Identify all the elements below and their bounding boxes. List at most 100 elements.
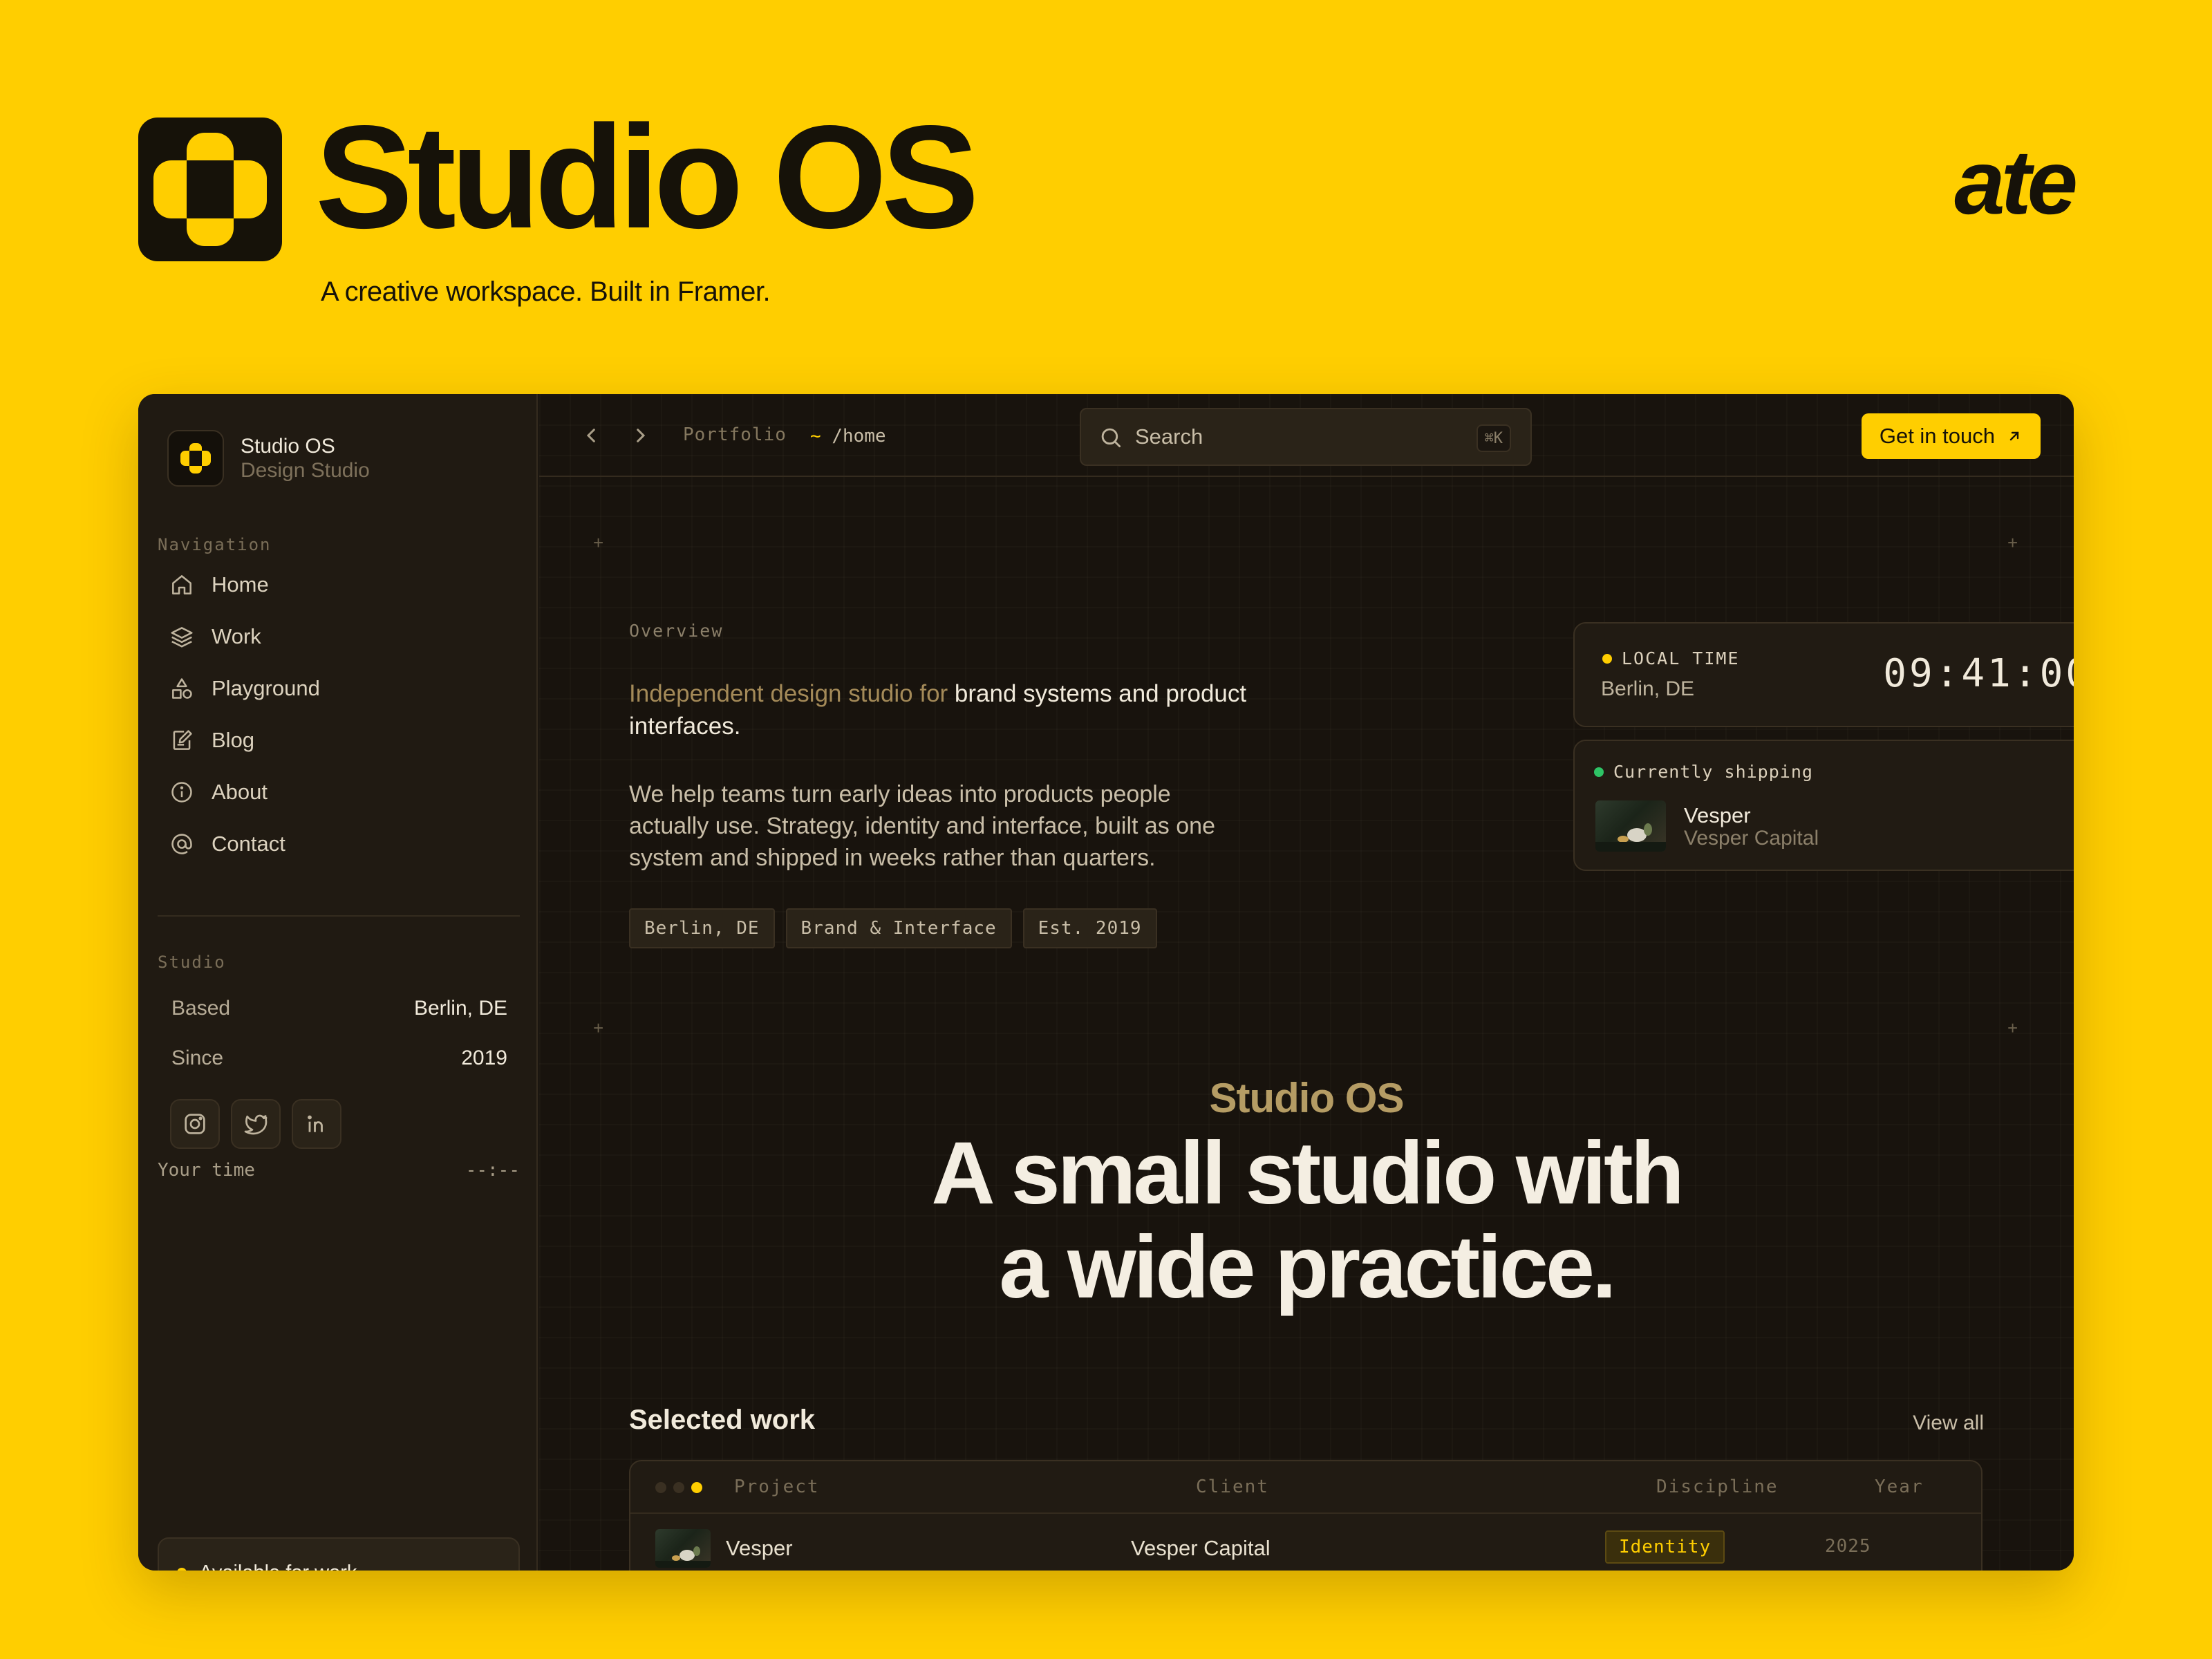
headline-line-2: a wide practice. (999, 1218, 1616, 1317)
get-in-touch-button[interactable]: Get in touch (1861, 413, 2041, 459)
window-dots (655, 1482, 702, 1493)
local-time-label: LOCAL TIME (1622, 648, 1740, 668)
overview-label: Overview (629, 621, 724, 641)
studio-logo-icon (180, 443, 211, 474)
row-thumbnail (655, 1529, 711, 1568)
overview-body: We help teams turn early ideas into prod… (629, 781, 1215, 871)
app-window: Studio OS Design Studio Navigation Home … (138, 394, 2074, 1571)
sidebar-item-label: Home (212, 572, 269, 597)
column-header-discipline[interactable]: Discipline (1656, 1477, 1779, 1497)
availability-badge[interactable]: Available for work (158, 1537, 520, 1571)
dot (655, 1482, 666, 1493)
instagram-link[interactable] (170, 1099, 220, 1149)
twitter-link[interactable] (231, 1099, 281, 1149)
local-time-card: LOCAL TIME Berlin, DE 09:41:00 (1573, 622, 2074, 727)
your-time-label: Your time (158, 1160, 255, 1181)
grid-marker: + (593, 532, 604, 553)
view-all-link[interactable]: View all (1913, 1412, 1984, 1435)
twitter-icon (244, 1114, 268, 1135)
currently-shipping-card[interactable]: Currently shipping Vesper Vesper Capital (1573, 740, 2074, 871)
sidebar-item-playground[interactable]: Playground (169, 662, 320, 714)
studio-section-label: Studio (158, 953, 226, 972)
sidebar-nav: Home Work Playground Blog About Contact (169, 559, 320, 870)
dot (691, 1482, 702, 1493)
topbar: Portfolio ~ /home Search ⌘K Get in touch (539, 394, 2074, 477)
info-icon (171, 781, 192, 803)
column-header-client[interactable]: Client (1196, 1477, 1269, 1497)
sidebar-item-about[interactable]: About (169, 766, 320, 818)
tag: Est. 2019 (1022, 908, 1157, 948)
path-text: /home (832, 426, 886, 447)
tag: Brand & Interface (785, 908, 1012, 948)
hero-subtitle: A creative workspace. Built in Framer. (321, 276, 771, 307)
sidebar-header[interactable]: Studio OS Design Studio (167, 430, 370, 487)
selected-work-title: Selected work (629, 1405, 816, 1435)
hero-logo (138, 118, 282, 261)
lede-muted: Independent design studio for (629, 680, 948, 707)
grid-marker: + (593, 1018, 604, 1038)
main-content: Portfolio ~ /home Search ⌘K Get in touch… (539, 394, 2074, 1571)
still-life-image (1595, 823, 1666, 852)
sidebar-divider (158, 915, 520, 917)
cta-label: Get in touch (1879, 424, 1995, 448)
navigation-label: Navigation (158, 535, 272, 554)
forward-button[interactable] (626, 422, 654, 449)
status-dot (1602, 653, 1612, 664)
grid-marker: + (2007, 1018, 2018, 1038)
sidebar-item-blog[interactable]: Blog (169, 714, 320, 766)
row-client: Vesper Capital (1131, 1536, 1271, 1560)
sidebar: Studio OS Design Studio Navigation Home … (138, 394, 538, 1571)
column-header-year[interactable]: Year (1875, 1477, 1924, 1497)
back-button[interactable] (578, 422, 606, 449)
sidebar-item-home[interactable]: Home (169, 559, 320, 610)
currently-shipping-label-row: Currently shipping (1594, 762, 1813, 782)
column-header-project[interactable]: Project (734, 1477, 820, 1497)
search-icon (1101, 428, 1121, 448)
home-icon (172, 574, 191, 594)
table-row[interactable]: Vesper Vesper Capital Identity 2025 (630, 1515, 1981, 1571)
based-row: Based Berlin, DE (171, 997, 507, 1020)
since-row: Since 2019 (171, 1047, 507, 1070)
path-prefix: ~ (810, 426, 821, 447)
status-dot (177, 1568, 187, 1571)
sidebar-logo (167, 430, 224, 487)
headline-line-1: A small studio with (931, 1124, 1685, 1223)
linkedin-icon (308, 1115, 323, 1132)
sidebar-item-contact[interactable]: Contact (169, 818, 320, 870)
studio-logo-icon (153, 133, 267, 246)
still-life-image (655, 1546, 711, 1568)
shipping-project: Vesper (1684, 803, 1751, 827)
your-time-row: Your time --:-- (158, 1160, 520, 1181)
headline-kicker: Studio OS (1209, 1075, 1405, 1121)
local-time-label-row: LOCAL TIME (1602, 648, 1740, 668)
local-time-clock: 09:41:00 (1883, 651, 2074, 696)
instagram-icon (185, 1114, 205, 1134)
sidebar-item-label: Playground (212, 675, 320, 700)
sidebar-item-work[interactable]: Work (169, 610, 320, 662)
grid-marker: + (2007, 532, 2018, 553)
headline: A small studio with a wide practice. (539, 1127, 2074, 1315)
sidebar-item-label: Blog (212, 727, 255, 752)
work-table: Project Client Discipline Year Vesper Ve… (629, 1460, 1983, 1571)
edit-icon (173, 729, 192, 750)
row-year: 2025 (1825, 1536, 1871, 1557)
linkedin-link[interactable] (292, 1099, 341, 1149)
based-value: Berlin, DE (413, 997, 507, 1020)
overview-tags: Berlin, DE Brand & Interface Est. 2019 (629, 908, 1157, 948)
breadcrumb[interactable]: Portfolio (683, 424, 787, 445)
status-dot (1594, 767, 1604, 777)
currently-shipping-label: Currently shipping (1613, 762, 1813, 782)
tag: Berlin, DE (629, 908, 775, 948)
since-value: 2019 (461, 1047, 507, 1069)
search-input[interactable]: Search ⌘K (1080, 408, 1532, 466)
shipping-client: Vesper Capital (1684, 827, 1819, 850)
shapes-icon (172, 677, 192, 699)
breadcrumb-path: ~ /home (810, 426, 886, 447)
search-shortcut: ⌘K (1476, 424, 1511, 452)
hero-title: Studio OS (315, 95, 980, 259)
arrow-up-right-icon (2071, 817, 2074, 835)
discipline-badge: Identity (1605, 1530, 1725, 1564)
dot (673, 1482, 684, 1493)
overview-lede: Independent design studio for brand syst… (629, 677, 1348, 742)
chevron-right-icon (637, 429, 646, 442)
